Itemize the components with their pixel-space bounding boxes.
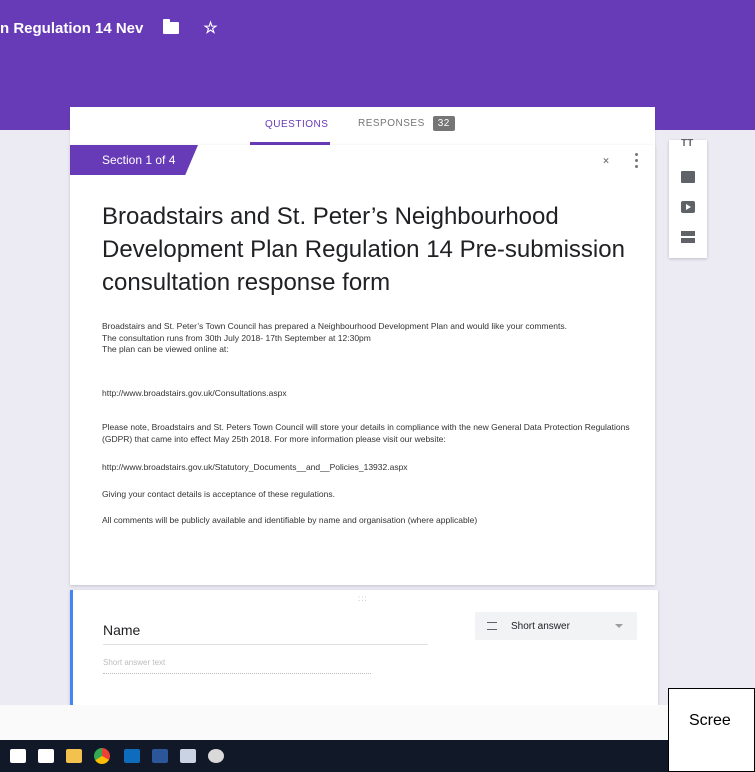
add-video-icon[interactable] (681, 201, 695, 213)
answer-placeholder: Short answer text (103, 658, 371, 674)
description-link: http://www.broadstairs.gov.uk/Consultati… (102, 388, 287, 398)
chrome-icon[interactable] (94, 748, 110, 764)
description-paragraph: Broadstairs and St. Peter’s Town Council… (102, 321, 632, 356)
tab-questions[interactable]: QUESTIONS (265, 119, 328, 130)
short-answer-icon (487, 622, 497, 630)
description-paragraph: Please note, Broadstairs and St. Peters … (102, 422, 630, 444)
mail-icon[interactable] (38, 749, 54, 763)
description-paragraph: All comments will be publicly available … (102, 515, 478, 525)
dropdown-caret-icon (615, 624, 623, 628)
collapse-icon[interactable]: ⌄ ⌃ (600, 151, 612, 171)
tab-responses[interactable]: RESPONSES 32 (358, 116, 455, 131)
paint-icon[interactable] (208, 749, 224, 763)
add-title-icon[interactable]: TT (681, 139, 695, 149)
store-icon[interactable] (10, 749, 26, 763)
word-icon[interactable] (152, 749, 168, 763)
more-vert-icon[interactable] (635, 153, 639, 168)
question-card[interactable]: ::: Name Short answer Short answer text (70, 590, 658, 705)
description-paragraph: Giving your contact details is acceptanc… (102, 489, 335, 499)
photos-icon[interactable] (180, 749, 196, 763)
description-line: The plan can be viewed online at: (102, 344, 229, 354)
description-line: Broadstairs and St. Peter’s Town Council… (102, 321, 567, 331)
star-icon[interactable]: ☆ (203, 18, 217, 38)
page-bottom-area (0, 705, 755, 740)
outlook-icon[interactable] (124, 749, 140, 763)
description-line: The consultation runs from 30th July 201… (102, 332, 371, 343)
tab-responses-label: RESPONSES (358, 118, 425, 129)
section-tag-label: Section 1 of 4 (102, 153, 176, 167)
form-title[interactable]: Broadstairs and St. Peter’s Neighbourhoo… (102, 200, 632, 299)
document-title[interactable]: n Regulation 14 Nev ☆ (0, 18, 218, 38)
file-explorer-icon[interactable] (66, 749, 82, 763)
tabs-bar: QUESTIONS RESPONSES 32 (70, 107, 655, 145)
document-title-text: n Regulation 14 Nev (0, 19, 144, 37)
add-image-icon[interactable] (681, 171, 695, 183)
taskbar (0, 740, 668, 772)
question-type-select[interactable]: Short answer (475, 612, 637, 640)
screen-label-text: Scree (689, 712, 731, 729)
add-section-icon[interactable] (681, 231, 695, 243)
folder-icon[interactable] (163, 19, 180, 34)
question-type-label: Short answer (511, 620, 570, 632)
side-toolbar: TT (669, 139, 707, 258)
question-title-input[interactable]: Name (103, 622, 428, 645)
responses-count-badge: 32 (432, 116, 455, 131)
drag-handle[interactable]: ::: (358, 594, 368, 603)
section-header-card: Section 1 of 4 ⌄ ⌃ Broadstairs and St. Pe… (70, 145, 655, 585)
screen-label-box: Scree (668, 688, 755, 772)
description-link: http://www.broadstairs.gov.uk/Statutory_… (102, 462, 408, 472)
